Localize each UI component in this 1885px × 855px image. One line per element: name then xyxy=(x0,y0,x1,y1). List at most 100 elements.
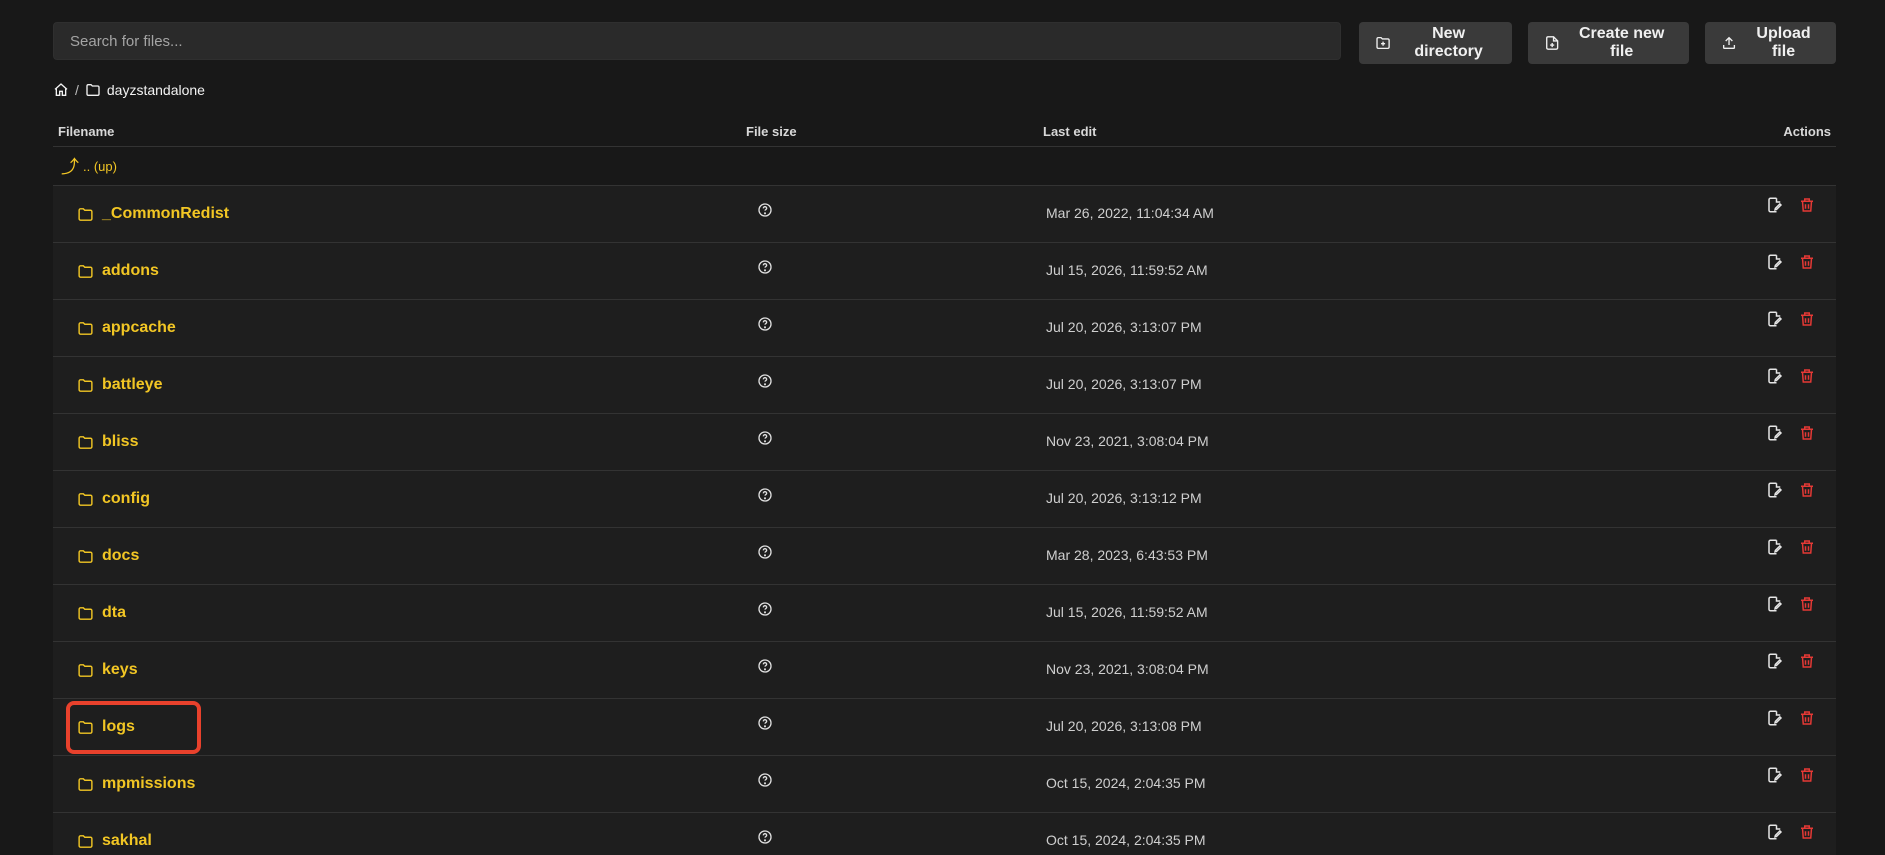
table-row[interactable]: sakhal Oct 15, 2024, 2:04:35 PM xyxy=(53,813,1836,855)
edit-icon[interactable] xyxy=(1766,538,1784,556)
folder-name[interactable]: docs xyxy=(102,547,139,565)
folder-name[interactable]: appcache xyxy=(102,319,176,337)
folder-icon xyxy=(78,321,93,335)
question-circle-icon xyxy=(758,431,772,445)
row-actions xyxy=(1766,652,1816,670)
last-edit-cell: Mar 26, 2022, 11:04:34 AM xyxy=(1046,205,1214,221)
folder-name[interactable]: keys xyxy=(102,661,138,679)
edit-icon[interactable] xyxy=(1766,196,1784,214)
question-circle-icon xyxy=(758,203,772,217)
folder-icon xyxy=(78,549,93,563)
row-actions xyxy=(1766,196,1816,214)
table-row[interactable]: config Jul 20, 2026, 3:13:12 PM xyxy=(53,471,1836,528)
breadcrumb-current[interactable]: dayzstandalone xyxy=(107,82,205,98)
folder-name-cell[interactable]: keys xyxy=(77,642,138,698)
last-edit-cell: Nov 23, 2021, 3:08:04 PM xyxy=(1046,661,1209,677)
last-edit-cell: Jul 20, 2026, 3:13:08 PM xyxy=(1046,718,1202,734)
last-edit-cell: Jul 20, 2026, 3:13:12 PM xyxy=(1046,490,1202,506)
trash-icon[interactable] xyxy=(1798,310,1816,328)
search-input[interactable] xyxy=(53,22,1341,60)
header-last-edit[interactable]: Last edit xyxy=(1043,124,1096,139)
folder-name[interactable]: bliss xyxy=(102,433,138,451)
create-new-file-button[interactable]: Create new file xyxy=(1528,22,1689,64)
folder-name-cell[interactable]: _CommonRedist xyxy=(77,186,229,242)
edit-icon[interactable] xyxy=(1766,481,1784,499)
folder-name[interactable]: config xyxy=(102,490,150,508)
folder-name[interactable]: addons xyxy=(102,262,159,280)
folder-name-cell[interactable]: config xyxy=(77,471,150,527)
folder-name-cell[interactable]: battleye xyxy=(77,357,162,413)
upload-file-button[interactable]: Upload file xyxy=(1705,22,1836,64)
folder-icon xyxy=(78,834,93,848)
edit-icon[interactable] xyxy=(1766,766,1784,784)
folder-name[interactable]: logs xyxy=(102,718,135,736)
folder-name-cell[interactable]: mpmissions xyxy=(77,756,195,812)
trash-icon[interactable] xyxy=(1798,196,1816,214)
row-actions xyxy=(1766,709,1816,727)
trash-icon[interactable] xyxy=(1798,481,1816,499)
toolbar: New directory Create new file Upload fil… xyxy=(53,22,1836,64)
folder-name[interactable]: _CommonRedist xyxy=(102,205,229,223)
folder-icon xyxy=(78,435,93,449)
folder-name[interactable]: battleye xyxy=(102,376,162,394)
header-file-size[interactable]: File size xyxy=(746,124,797,139)
folder-name[interactable]: sakhal xyxy=(102,832,152,850)
edit-icon[interactable] xyxy=(1766,595,1784,613)
table-row[interactable]: bliss Nov 23, 2021, 3:08:04 PM xyxy=(53,414,1836,471)
arrow-up-icon: ⤴ xyxy=(61,157,79,177)
table-row[interactable]: _CommonRedist Mar 26, 2022, 11:04:34 AM xyxy=(53,186,1836,243)
edit-icon[interactable] xyxy=(1766,709,1784,727)
edit-icon[interactable] xyxy=(1766,367,1784,385)
table-body: _CommonRedist Mar 26, 2022, 11:04:34 AM ad… xyxy=(53,186,1836,855)
trash-icon[interactable] xyxy=(1798,766,1816,784)
trash-icon[interactable] xyxy=(1798,253,1816,271)
question-circle-icon xyxy=(758,716,772,730)
folder-name-cell[interactable]: bliss xyxy=(77,414,138,470)
upload-icon xyxy=(1723,36,1736,50)
table-row[interactable]: dta Jul 15, 2026, 11:59:52 AM xyxy=(53,585,1836,642)
table-row[interactable]: keys Nov 23, 2021, 3:08:04 PM xyxy=(53,642,1836,699)
folder-name-cell[interactable]: sakhal xyxy=(77,813,152,855)
edit-icon[interactable] xyxy=(1766,253,1784,271)
question-circle-icon xyxy=(758,488,772,502)
header-filename[interactable]: Filename xyxy=(58,124,114,139)
table-row[interactable]: battleye Jul 20, 2026, 3:13:07 PM xyxy=(53,357,1836,414)
trash-icon[interactable] xyxy=(1798,367,1816,385)
last-edit-cell: Oct 15, 2024, 2:04:35 PM xyxy=(1046,832,1206,848)
table-row[interactable]: docs Mar 28, 2023, 6:43:53 PM xyxy=(53,528,1836,585)
table-row[interactable]: logs Jul 20, 2026, 3:13:08 PM xyxy=(53,699,1836,756)
table-row[interactable]: appcache Jul 20, 2026, 3:13:07 PM xyxy=(53,300,1836,357)
upload-file-label: Upload file xyxy=(1756,25,1811,60)
question-circle-icon xyxy=(758,773,772,787)
edit-icon[interactable] xyxy=(1766,424,1784,442)
trash-icon[interactable] xyxy=(1798,595,1816,613)
folder-name-cell[interactable]: logs xyxy=(77,699,135,755)
folder-name-cell[interactable]: addons xyxy=(77,243,159,299)
folder-icon xyxy=(86,84,100,96)
breadcrumb: / dayzstandalone xyxy=(53,80,205,100)
home-icon[interactable] xyxy=(53,82,69,98)
table-row[interactable]: addons Jul 15, 2026, 11:59:52 AM xyxy=(53,243,1836,300)
table-header: Filename File size Last edit Actions xyxy=(53,118,1836,147)
trash-icon[interactable] xyxy=(1798,709,1816,727)
trash-icon[interactable] xyxy=(1798,538,1816,556)
folder-name-cell[interactable]: dta xyxy=(77,585,126,641)
edit-icon[interactable] xyxy=(1766,823,1784,841)
edit-icon[interactable] xyxy=(1766,310,1784,328)
trash-icon[interactable] xyxy=(1798,652,1816,670)
last-edit-cell: Oct 15, 2024, 2:04:35 PM xyxy=(1046,775,1206,791)
folder-icon xyxy=(78,777,93,791)
up-directory-row[interactable]: ⤴ .. (up) xyxy=(53,147,1836,186)
new-directory-button[interactable]: New directory xyxy=(1359,22,1512,64)
folder-icon xyxy=(78,207,93,221)
folder-name-cell[interactable]: docs xyxy=(77,528,139,584)
trash-icon[interactable] xyxy=(1798,823,1816,841)
folder-name[interactable]: dta xyxy=(102,604,126,622)
folder-name[interactable]: mpmissions xyxy=(102,775,195,793)
table-row[interactable]: mpmissions Oct 15, 2024, 2:04:35 PM xyxy=(53,756,1836,813)
trash-icon[interactable] xyxy=(1798,424,1816,442)
last-edit-cell: Jul 20, 2026, 3:13:07 PM xyxy=(1046,319,1202,335)
edit-icon[interactable] xyxy=(1766,652,1784,670)
folder-icon xyxy=(78,264,93,278)
folder-name-cell[interactable]: appcache xyxy=(77,300,176,356)
